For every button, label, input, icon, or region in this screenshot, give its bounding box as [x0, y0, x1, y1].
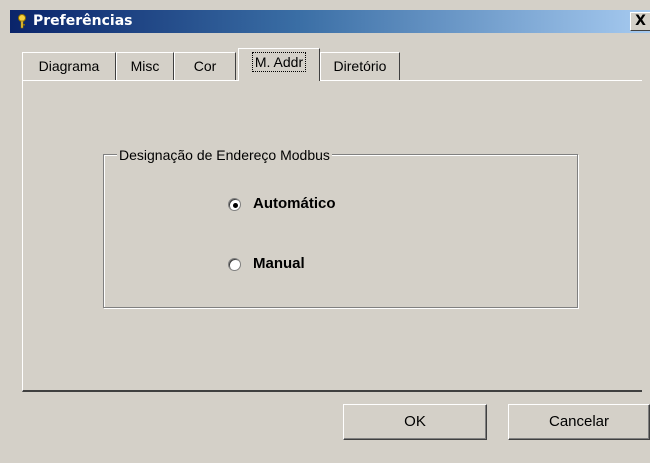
tab-cor[interactable]: Cor [174, 52, 236, 80]
radio-circle[interactable] [228, 258, 241, 271]
radio-automatico[interactable]: Automático [228, 195, 368, 215]
tab-diretorio[interactable]: Diretório [320, 52, 400, 80]
radio-label[interactable]: Automático [253, 195, 336, 212]
window-title: Preferências [33, 13, 133, 29]
ok-button[interactable]: OK [343, 404, 487, 440]
tab-label: Cor [193, 58, 217, 74]
tab-strip: Diagrama Misc Cor M. Addr Diretório [22, 48, 642, 82]
tab-label: Diretório [333, 58, 387, 74]
title-bar[interactable]: Preferências X [10, 10, 650, 33]
tab-label: Misc [130, 58, 160, 74]
tab-misc[interactable]: Misc [116, 52, 174, 80]
tab-label: Diagrama [38, 58, 100, 74]
preferences-dialog: Preferências X Diagrama Misc Cor M. Addr… [0, 0, 650, 463]
cancel-button[interactable]: Cancelar [508, 404, 650, 440]
close-button[interactable]: X [630, 12, 650, 31]
radio-circle[interactable] [228, 198, 241, 211]
key-icon [18, 14, 26, 29]
modbus-address-groupbox [103, 154, 578, 308]
groupbox-title: Designação de Endereço Modbus [117, 147, 332, 163]
radio-manual[interactable]: Manual [228, 255, 338, 275]
radio-selected-dot [233, 203, 238, 208]
radio-label[interactable]: Manual [253, 255, 305, 272]
tab-diagrama[interactable]: Diagrama [22, 52, 116, 80]
tab-m-addr[interactable]: M. Addr [238, 48, 320, 81]
tab-label: M. Addr [251, 52, 307, 72]
